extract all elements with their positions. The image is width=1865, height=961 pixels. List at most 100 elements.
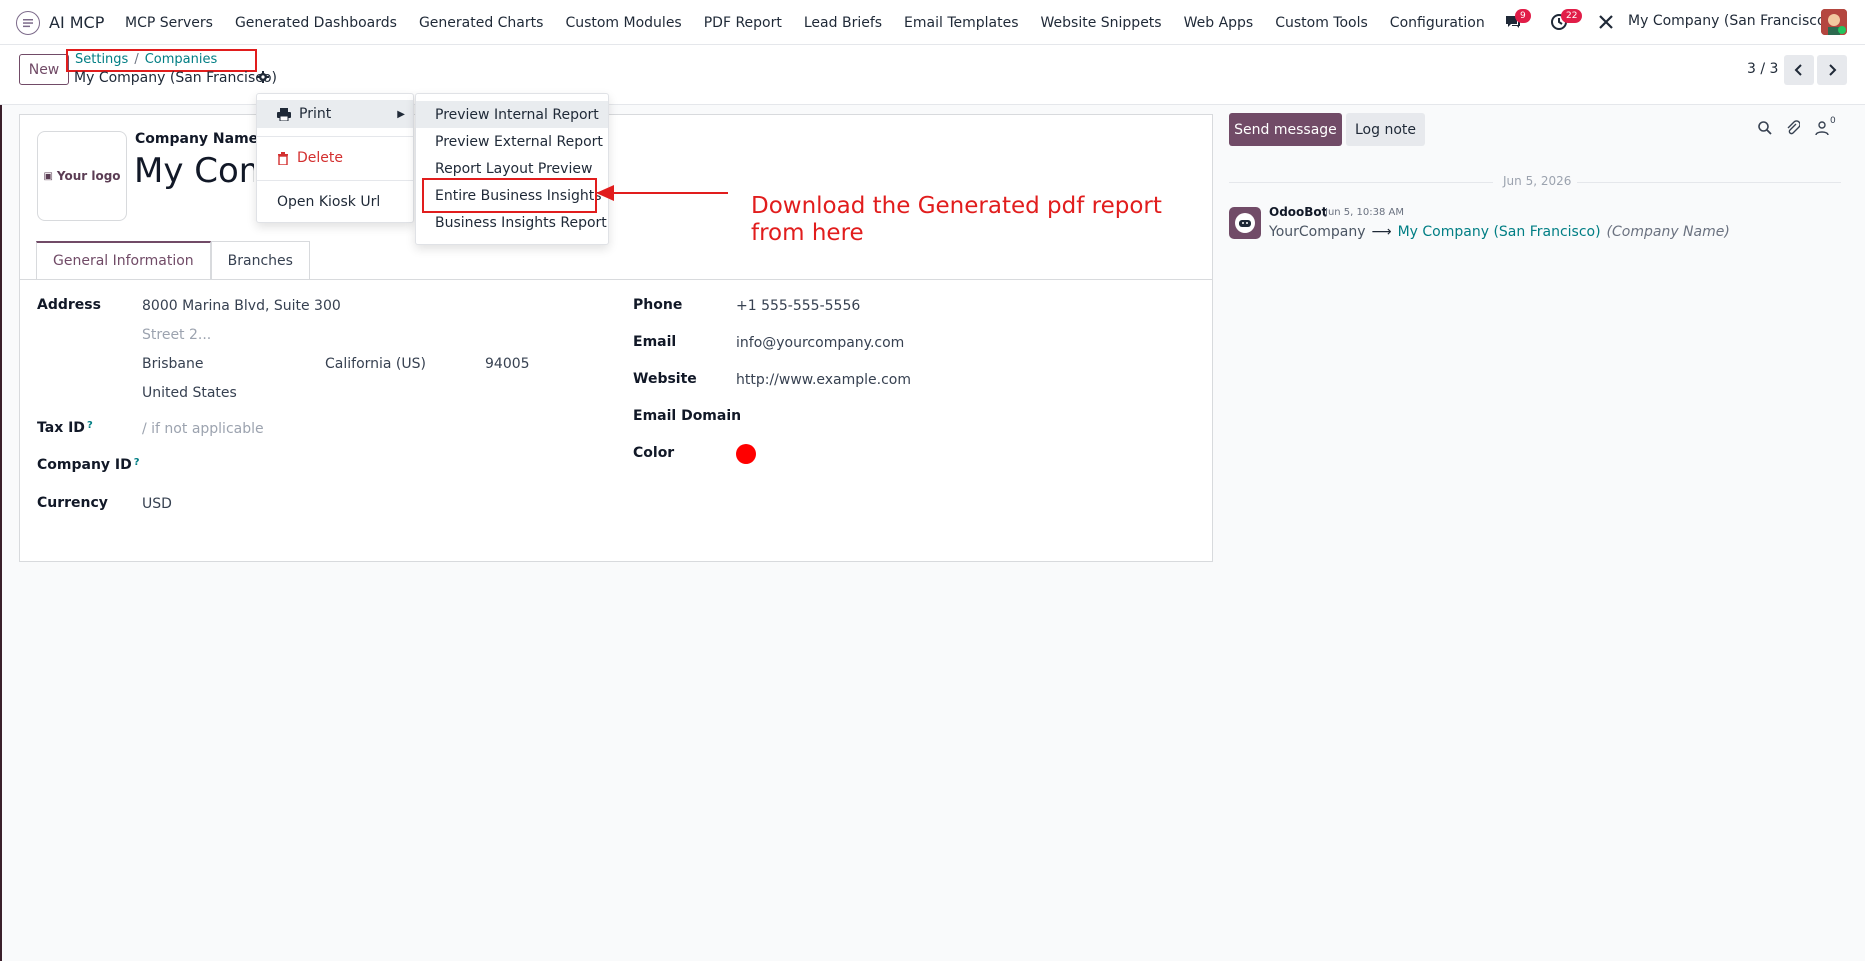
menu-divider	[257, 180, 413, 181]
activities-icon[interactable]: 22	[1550, 9, 1583, 35]
phone-label: Phone	[633, 297, 683, 313]
chevron-left-icon	[1794, 64, 1802, 76]
menu-generated-charts[interactable]: Generated Charts	[408, 15, 555, 31]
menu-configuration[interactable]: Configuration	[1379, 15, 1496, 31]
top-navbar: AI MCP MCP Servers Generated Dashboards …	[0, 0, 1865, 45]
pager-value[interactable]: 3 / 3	[1747, 61, 1778, 77]
preview-external-report-item[interactable]: Preview External Report	[416, 128, 608, 155]
business-insights-report-item[interactable]: Business Insights Report	[416, 209, 608, 236]
app-name[interactable]: AI MCP	[49, 13, 104, 32]
country-field[interactable]: United States	[142, 385, 237, 401]
city-field[interactable]: Brisbane	[142, 356, 204, 372]
print-submenu: Preview Internal Report Preview External…	[415, 93, 609, 245]
caret-right-icon: ▶	[397, 108, 405, 120]
zip-field[interactable]: 94005	[485, 356, 530, 372]
message-timestamp: Jun 5, 10:38 AM	[1325, 207, 1404, 218]
messages-icon[interactable]: 9	[1504, 9, 1531, 35]
date-line-left	[1229, 182, 1493, 183]
form-tabs: General Information Branches	[36, 241, 310, 279]
window-edge	[0, 0, 2, 961]
main-menu: MCP Servers Generated Dashboards Generat…	[114, 0, 1496, 45]
email-domain-label: Email Domain	[633, 408, 742, 424]
menu-custom-modules[interactable]: Custom Modules	[554, 15, 692, 31]
app-menu-icon[interactable]	[16, 11, 40, 35]
menu-generated-dashboards[interactable]: Generated Dashboards	[224, 15, 408, 31]
camera-icon: ▣	[43, 170, 53, 182]
phone-field[interactable]: +1 555-555-5556	[736, 298, 860, 314]
print-label: Print	[299, 106, 332, 122]
tracking-message: YourCompany ⟶ My Company (San Francisco) (C…	[1269, 224, 1730, 240]
debug-tools-icon[interactable]	[1597, 13, 1615, 35]
website-field[interactable]: http://www.example.com	[736, 372, 911, 388]
company-logo-upload[interactable]: ▣ Your logo	[37, 131, 127, 221]
menu-web-apps[interactable]: Web Apps	[1173, 15, 1265, 31]
tab-branches[interactable]: Branches	[210, 241, 310, 279]
street2-field[interactable]: Street 2...	[142, 327, 211, 343]
email-field[interactable]: info@yourcompany.com	[736, 335, 904, 351]
messages-badge: 9	[1515, 9, 1531, 23]
currency-label: Currency	[37, 495, 108, 511]
gear-icon[interactable]	[257, 71, 269, 87]
menu-lead-briefs[interactable]: Lead Briefs	[793, 15, 893, 31]
tax-id-label: Tax ID?	[37, 420, 93, 436]
breadcrumb-companies[interactable]: Companies	[145, 52, 218, 67]
company-switcher[interactable]: My Company (San Francisco)	[1628, 13, 1831, 29]
new-value: My Company (San Francisco)	[1397, 224, 1601, 240]
tax-id-field[interactable]: / if not applicable	[142, 421, 264, 437]
tax-id-label-text: Tax ID	[37, 420, 85, 436]
tracked-field-name: (Company Name)	[1606, 224, 1730, 240]
annotation-arrow-head	[596, 185, 614, 201]
breadcrumb-settings[interactable]: Settings	[75, 52, 128, 67]
annotation-arrow	[610, 192, 728, 194]
menu-mcp-servers[interactable]: MCP Servers	[114, 15, 224, 31]
odoobot-avatar[interactable]	[1229, 207, 1261, 239]
new-button[interactable]: New	[19, 54, 69, 85]
arrow-right-icon: ⟶	[1371, 224, 1392, 240]
street-field[interactable]: 8000 Marina Blvd, Suite 300	[142, 298, 341, 314]
printer-icon	[277, 107, 291, 121]
company-id-help-icon[interactable]: ?	[134, 457, 140, 468]
annotation-highlight-box	[422, 178, 597, 213]
message-author[interactable]: OdooBot	[1269, 205, 1327, 219]
activities-badge: 22	[1561, 9, 1583, 23]
date-label: Jun 5, 2026	[1503, 174, 1572, 188]
state-field[interactable]: California (US)	[325, 356, 426, 372]
logo-placeholder-text: Your logo	[56, 169, 121, 183]
old-value: YourCompany	[1269, 224, 1366, 240]
followers-icon[interactable]: 0	[1815, 116, 1836, 140]
menu-email-templates[interactable]: Email Templates	[893, 15, 1029, 31]
user-avatar[interactable]	[1821, 9, 1847, 35]
menu-pdf-report[interactable]: PDF Report	[693, 15, 793, 31]
tab-general-information[interactable]: General Information	[36, 241, 211, 279]
delete-menu-item[interactable]: Delete	[257, 144, 413, 172]
log-note-button[interactable]: Log note	[1346, 113, 1425, 146]
website-label: Website	[633, 371, 697, 387]
paperclip-icon[interactable]	[1786, 120, 1801, 140]
date-line-right	[1577, 182, 1841, 183]
record-title: My Company (San Francisco)	[74, 70, 277, 86]
color-swatch[interactable]	[736, 444, 756, 464]
tab-divider	[20, 279, 1212, 280]
open-kiosk-url-menu-item[interactable]: Open Kiosk Url	[257, 188, 413, 216]
menu-divider	[257, 136, 413, 137]
trash-icon	[278, 151, 288, 165]
preview-internal-report-item[interactable]: Preview Internal Report	[416, 101, 608, 128]
chevron-right-icon	[1829, 64, 1837, 76]
menu-custom-tools[interactable]: Custom Tools	[1264, 15, 1379, 31]
print-menu-item[interactable]: Print ▶	[257, 100, 413, 128]
search-icon[interactable]	[1757, 120, 1773, 140]
company-name-field[interactable]: My Company (San Francisco)	[134, 151, 254, 191]
company-name-label: Company Name	[135, 131, 259, 147]
company-id-label-text: Company ID	[37, 457, 132, 473]
breadcrumb-separator: /	[134, 52, 139, 67]
address-label: Address	[37, 297, 101, 313]
pager-previous-button[interactable]	[1784, 55, 1814, 85]
company-id-label: Company ID?	[37, 457, 140, 473]
menu-website-snippets[interactable]: Website Snippets	[1030, 15, 1173, 31]
currency-field[interactable]: USD	[142, 496, 172, 512]
send-message-button[interactable]: Send message	[1229, 113, 1342, 146]
pager-next-button[interactable]	[1817, 55, 1847, 85]
tax-id-help-icon[interactable]: ?	[87, 420, 93, 431]
email-label: Email	[633, 334, 677, 350]
breadcrumb: Settings / Companies	[66, 49, 257, 72]
